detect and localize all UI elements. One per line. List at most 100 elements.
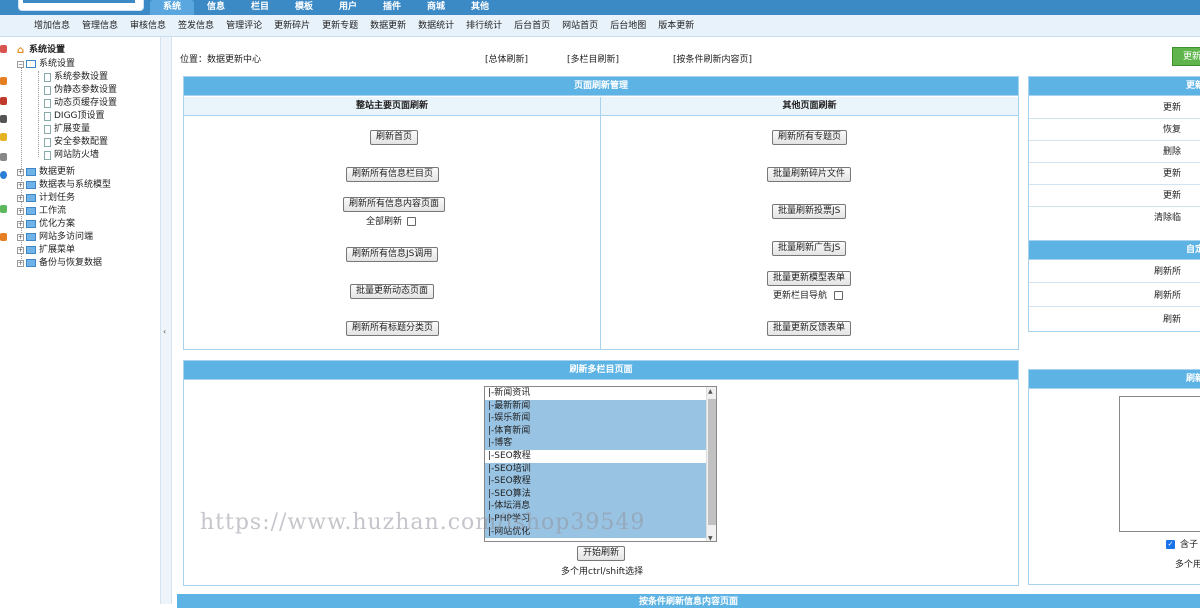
refresh-all-columns-button[interactable]: 刷新所有信息栏目页 xyxy=(346,167,440,182)
list-item[interactable]: |-SEO教程 xyxy=(485,450,716,463)
expand-icon[interactable]: + xyxy=(17,181,24,189)
update-nav-checkbox[interactable] xyxy=(834,291,843,300)
tree-item-security[interactable]: 安全参数配置 xyxy=(44,136,108,148)
sidebar-splitter[interactable]: ‹ xyxy=(160,37,172,604)
list-item[interactable]: |-娱乐新闻 xyxy=(485,412,716,425)
subnav-admin-home[interactable]: 后台首页 xyxy=(508,15,556,36)
expand-icon[interactable]: + xyxy=(17,207,24,215)
tree-item-extend-vars[interactable]: 扩展变量 xyxy=(44,123,90,135)
refresh-row[interactable]: 刷新所 xyxy=(1029,261,1200,283)
tree-group-backup[interactable]: + 备份与恢复数据 xyxy=(17,257,102,269)
collapse-icon[interactable]: − xyxy=(17,60,24,68)
top-menu-plugin[interactable]: 插件 xyxy=(370,0,414,15)
subnav-data-update[interactable]: 数据更新 xyxy=(364,15,412,36)
tree-item-firewall[interactable]: 网站防火墙 xyxy=(44,149,99,161)
top-menu-info[interactable]: 信息 xyxy=(194,0,238,15)
top-menu-template[interactable]: 模板 xyxy=(282,0,326,15)
batch-refresh-ad-js-button[interactable]: 批量刷新广告JS xyxy=(772,241,847,256)
tool-icon[interactable] xyxy=(0,77,7,85)
tool-icon[interactable] xyxy=(0,233,7,241)
tree-item-page-cache[interactable]: 动态页缓存设置 xyxy=(44,97,117,109)
subnav-add-info[interactable]: 增加信息 xyxy=(28,15,76,36)
scroll-thumb[interactable] xyxy=(708,399,716,525)
tool-icon[interactable] xyxy=(0,153,7,161)
tool-icon[interactable] xyxy=(0,45,7,53)
update-row[interactable]: 更新 xyxy=(1029,163,1200,185)
refresh-home-button[interactable]: 刷新首页 xyxy=(370,130,419,145)
column-select-list[interactable] xyxy=(1119,396,1200,532)
expand-icon[interactable]: + xyxy=(17,233,24,241)
tree-root[interactable]: ⌂ 系统设置 xyxy=(17,44,65,56)
top-menu-user[interactable]: 用户 xyxy=(326,0,370,15)
refresh-row[interactable]: 刷新 xyxy=(1029,309,1200,331)
expand-icon[interactable]: + xyxy=(17,220,24,228)
subnav-version-update[interactable]: 版本更新 xyxy=(652,15,700,36)
expand-icon[interactable]: + xyxy=(17,168,24,176)
update-row[interactable]: 更新 xyxy=(1029,185,1200,207)
delete-row[interactable]: 删除 xyxy=(1029,141,1200,163)
collapse-arrow-icon[interactable]: ‹ xyxy=(163,327,166,336)
tool-icon[interactable] xyxy=(0,97,7,105)
refresh-row[interactable]: 刷新所 xyxy=(1029,285,1200,307)
top-menu-system[interactable]: 系统 xyxy=(150,0,194,15)
expand-icon[interactable]: + xyxy=(17,259,24,267)
top-menu-column[interactable]: 栏目 xyxy=(238,0,282,15)
tree-group-data-update[interactable]: + 数据更新 xyxy=(17,166,75,178)
tree-group-data-models[interactable]: + 数据表与系统模型 xyxy=(17,179,111,191)
link-total-refresh[interactable]: [总体刷新] xyxy=(485,52,528,65)
batch-update-feedback-form-button[interactable]: 批量更新反馈表单 xyxy=(767,321,852,336)
batch-update-model-form-button[interactable]: 批量更新模型表单 xyxy=(767,271,852,286)
expand-icon[interactable]: + xyxy=(17,194,24,202)
subnav-sign-info[interactable]: 签发信息 xyxy=(172,15,220,36)
list-item[interactable]: |-新闻资讯 xyxy=(485,387,716,400)
list-item[interactable]: |-博客 xyxy=(485,437,716,450)
batch-update-dynamic-button[interactable]: 批量更新动态页面 xyxy=(350,284,435,299)
tree-item-rewrite-params[interactable]: 伪静态参数设置 xyxy=(44,84,117,96)
update-cache-button[interactable]: 更新缓 xyxy=(1172,47,1200,66)
subnav-update-topics[interactable]: 更新专题 xyxy=(316,15,364,36)
list-scrollbar[interactable]: ▲ ▼ xyxy=(706,387,716,541)
link-condition-refresh[interactable]: [按条件刷新内容页] xyxy=(673,52,752,65)
list-item[interactable]: |-最新新闻 xyxy=(485,399,716,413)
tool-icon[interactable] xyxy=(0,133,7,141)
include-children-checkbox[interactable]: ✓ xyxy=(1166,540,1175,549)
restore-row[interactable]: 恢复 xyxy=(1029,119,1200,141)
scroll-down-icon[interactable]: ▼ xyxy=(708,535,713,541)
list-item[interactable]: |-体育新闻 xyxy=(485,424,716,438)
tree-group-optimize[interactable]: + 优化方案 xyxy=(17,218,75,230)
subnav-review-info[interactable]: 审核信息 xyxy=(124,15,172,36)
tree-group-workflow[interactable]: + 工作流 xyxy=(17,205,66,217)
top-menu-other[interactable]: 其他 xyxy=(458,0,502,15)
subnav-manage-info[interactable]: 管理信息 xyxy=(76,15,124,36)
tree-group-scheduled-tasks[interactable]: + 计划任务 xyxy=(17,192,75,204)
list-item[interactable]: |-SEO培训 xyxy=(485,462,716,476)
subnav-admin-map[interactable]: 后台地图 xyxy=(604,15,652,36)
list-item[interactable]: |-SEO算法 xyxy=(485,487,716,501)
scroll-up-icon[interactable]: ▲ xyxy=(708,388,713,395)
refresh-title-category-button[interactable]: 刷新所有标题分类页 xyxy=(346,321,440,336)
tree-group-multi-access[interactable]: + 网站多访问端 xyxy=(17,231,93,243)
tree-item-digg[interactable]: DIGG顶设置 xyxy=(44,110,105,122)
tree-item-system-params[interactable]: 系统参数设置 xyxy=(44,71,108,83)
tool-icon[interactable] xyxy=(0,205,7,213)
refresh-all-content-button[interactable]: 刷新所有信息内容页面 xyxy=(343,197,446,212)
link-multi-refresh[interactable]: [多栏目刷新] xyxy=(567,52,619,65)
refresh-all-topics-button[interactable]: 刷新所有专题页 xyxy=(772,130,848,145)
tool-icon[interactable] xyxy=(0,115,7,123)
subnav-rank-stats[interactable]: 排行统计 xyxy=(460,15,508,36)
tree-group-extend-menu[interactable]: + 扩展菜单 xyxy=(17,244,75,256)
start-refresh-button[interactable]: 开始刷新 xyxy=(577,546,626,561)
subnav-site-home[interactable]: 网站首页 xyxy=(556,15,604,36)
clear-row[interactable]: 清除临 xyxy=(1029,207,1200,229)
breadcrumb-value[interactable]: 数据更新中心 xyxy=(207,55,261,65)
batch-refresh-fragments-button[interactable]: 批量刷新碎片文件 xyxy=(767,167,852,182)
update-row[interactable]: 更新 xyxy=(1029,97,1200,119)
batch-refresh-vote-js-button[interactable]: 批量刷新投票JS xyxy=(772,204,847,219)
expand-icon[interactable]: + xyxy=(17,246,24,254)
top-menu-shop[interactable]: 商城 xyxy=(414,0,458,15)
tool-icon[interactable] xyxy=(0,171,7,179)
subnav-data-stats[interactable]: 数据统计 xyxy=(412,15,460,36)
list-item[interactable]: |-SEO教程 xyxy=(485,475,716,488)
tree-group-system[interactable]: − 系统设置 xyxy=(17,58,75,70)
subnav-manage-comments[interactable]: 管理评论 xyxy=(220,15,268,36)
